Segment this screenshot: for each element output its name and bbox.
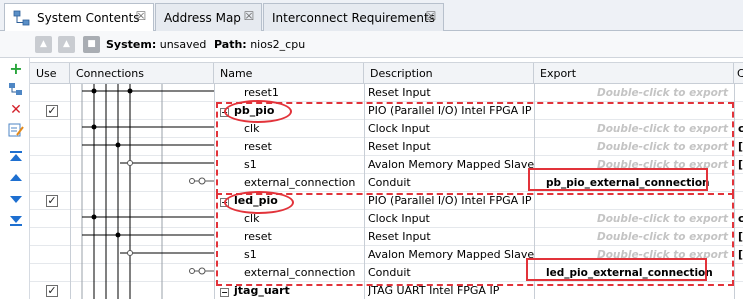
clock-cell: [ xyxy=(738,140,743,153)
tab-system-contents[interactable]: System Contents ☒ xyxy=(4,3,154,32)
side-toolbar: + ✕ xyxy=(0,58,30,299)
add-icon[interactable]: + xyxy=(8,61,24,77)
highlight-pb-pio-export xyxy=(528,168,708,191)
column-header-connections[interactable]: Connections xyxy=(70,63,214,84)
path-value: nios2_cpu xyxy=(250,38,306,51)
toolbar: ▲ ▲ ■ System: unsaved Path: nios2_cpu xyxy=(0,31,743,58)
tab-label: Address Map xyxy=(164,10,241,25)
tab-address-map[interactable]: Address Map ☒ xyxy=(155,3,262,31)
tab-bar: System Contents ☒ Address Map ☒ Intercon… xyxy=(0,0,743,32)
collapse-all-button[interactable]: ▲ xyxy=(35,36,52,53)
clock-cell: [ xyxy=(738,248,743,261)
table-header: Use Connections Name Description Export … xyxy=(30,62,743,84)
description-cell: Reset Input xyxy=(368,86,431,99)
system-info: System: unsaved xyxy=(106,38,207,51)
column-header-name[interactable]: Name xyxy=(214,63,364,84)
remove-icon[interactable]: ✕ xyxy=(8,102,24,118)
edit-icon[interactable] xyxy=(8,122,24,138)
system-status: unsaved xyxy=(159,38,207,51)
column-header-export[interactable]: Export xyxy=(534,63,734,84)
move-top-icon[interactable] xyxy=(8,149,24,165)
hierarchy-button[interactable]: ■ xyxy=(83,36,100,53)
clock-cell: [ xyxy=(738,230,743,243)
close-icon[interactable]: ☒ xyxy=(243,10,255,22)
tab-label: System Contents xyxy=(37,11,140,25)
path-info: Path: nios2_cpu xyxy=(214,38,306,51)
close-icon[interactable]: ☒ xyxy=(135,10,147,22)
export-hint[interactable]: Double-click to export xyxy=(540,84,736,102)
column-header-description[interactable]: Description xyxy=(364,63,534,84)
collapse-icon[interactable]: − xyxy=(220,288,229,297)
connections-graph[interactable] xyxy=(30,84,214,299)
expand-up-button[interactable]: ▲ xyxy=(58,36,75,53)
name-text: reset1 xyxy=(244,86,279,99)
close-icon[interactable]: ☒ xyxy=(425,10,437,22)
move-up-icon[interactable] xyxy=(8,170,24,186)
highlight-pb-pio-name xyxy=(224,100,292,123)
column-header-clock[interactable]: C xyxy=(734,63,743,84)
highlight-led-pio-export xyxy=(526,258,707,281)
tab-label: Interconnect Requirements xyxy=(272,10,435,25)
clock-cell: [ xyxy=(738,158,743,171)
tab-interconnect-requirements[interactable]: Interconnect Requirements ☒ xyxy=(263,3,444,31)
clock-cell: c xyxy=(738,212,743,225)
highlight-led-pio-name xyxy=(224,191,294,214)
interface-name[interactable]: reset1 xyxy=(218,84,364,102)
system-contents-icon xyxy=(13,10,31,26)
column-divider xyxy=(214,84,215,299)
move-down-icon[interactable] xyxy=(8,191,24,207)
connect-icon[interactable] xyxy=(8,81,24,97)
column-header-use[interactable]: Use xyxy=(30,63,70,84)
clock-cell: c xyxy=(738,122,743,135)
column-divider xyxy=(734,84,735,299)
move-bottom-icon[interactable] xyxy=(8,212,24,228)
